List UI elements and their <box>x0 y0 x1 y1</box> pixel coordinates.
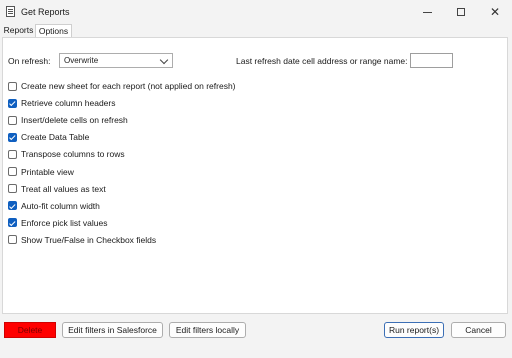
checkbox[interactable] <box>8 115 17 125</box>
checkbox[interactable] <box>8 81 17 91</box>
checkbox[interactable] <box>8 235 17 245</box>
checkbox-row[interactable]: Treat all values as text <box>8 183 106 195</box>
checkbox-row[interactable]: Auto-fit column width <box>8 200 100 212</box>
on-refresh-select[interactable]: Overwrite <box>59 53 173 68</box>
close-icon: ✕ <box>489 5 501 19</box>
checkbox[interactable] <box>8 167 17 176</box>
checkbox-row[interactable]: Show True/False in Checkbox fields <box>8 234 156 246</box>
maximize-button[interactable] <box>444 0 478 24</box>
delete-button[interactable]: Delete <box>4 322 56 338</box>
checkbox[interactable] <box>8 149 17 159</box>
checkbox-label: Create Data Table <box>21 132 90 143</box>
checkbox-label: Printable view <box>21 166 74 177</box>
minimize-icon <box>422 11 432 13</box>
checkbox-row[interactable]: Insert/delete cells on refresh <box>8 114 128 126</box>
checkbox[interactable] <box>8 218 17 228</box>
checkbox-row[interactable]: Transpose columns to rows <box>8 148 125 160</box>
checkbox-label: Transpose columns to rows <box>21 149 125 160</box>
checkbox-row[interactable]: Enforce pick list values <box>8 217 107 229</box>
last-refresh-input[interactable] <box>410 53 453 68</box>
report-document-icon <box>6 6 15 17</box>
checkbox-label: Retrieve column headers <box>21 98 116 109</box>
checkbox[interactable] <box>8 98 17 108</box>
checkbox-label: Create new sheet for each report (not ap… <box>21 81 236 91</box>
minimize-button[interactable] <box>410 0 444 24</box>
checkbox-label: Show True/False in Checkbox fields <box>21 234 157 245</box>
close-button[interactable]: ✕ <box>478 0 512 24</box>
window-title: Get Reports <box>21 7 70 17</box>
edit-filters-salesforce-button[interactable]: Edit filters in Salesforce <box>62 322 163 338</box>
maximize-icon <box>457 8 465 16</box>
tab-options[interactable]: Options <box>35 24 72 38</box>
checkbox-row[interactable]: Retrieve column headers <box>8 97 116 109</box>
checkbox[interactable] <box>8 184 17 194</box>
title-bar: Get Reports ✕ <box>0 0 512 24</box>
run-reports-button[interactable]: Run report(s) <box>384 322 444 338</box>
on-refresh-label: On refresh: <box>8 56 51 66</box>
chevron-down-icon <box>159 55 169 65</box>
checkbox-label: Insert/delete cells on refresh <box>21 115 128 126</box>
checkbox-row[interactable]: Create new sheet for each report (not ap… <box>8 80 236 92</box>
checkbox-row[interactable]: Printable view <box>8 166 74 178</box>
checkbox-label: Auto-fit column width <box>21 200 100 211</box>
cancel-button[interactable]: Cancel <box>451 322 506 338</box>
edit-filters-locally-button[interactable]: Edit filters locally <box>169 322 246 338</box>
checkbox-row[interactable]: Create Data Table <box>8 131 89 143</box>
tab-bar: Reports Options <box>0 24 512 38</box>
last-refresh-label: Last refresh date cell address or range … <box>236 56 408 66</box>
checkbox-label: Enforce pick list values <box>21 217 108 228</box>
checkbox[interactable] <box>8 201 17 211</box>
tab-reports[interactable]: Reports <box>2 24 35 37</box>
checkbox-label: Treat all values as text <box>21 183 106 194</box>
options-panel: On refresh: Overwrite Last refresh date … <box>2 37 508 314</box>
on-refresh-value: Overwrite <box>64 56 99 65</box>
checkbox[interactable] <box>8 132 17 142</box>
